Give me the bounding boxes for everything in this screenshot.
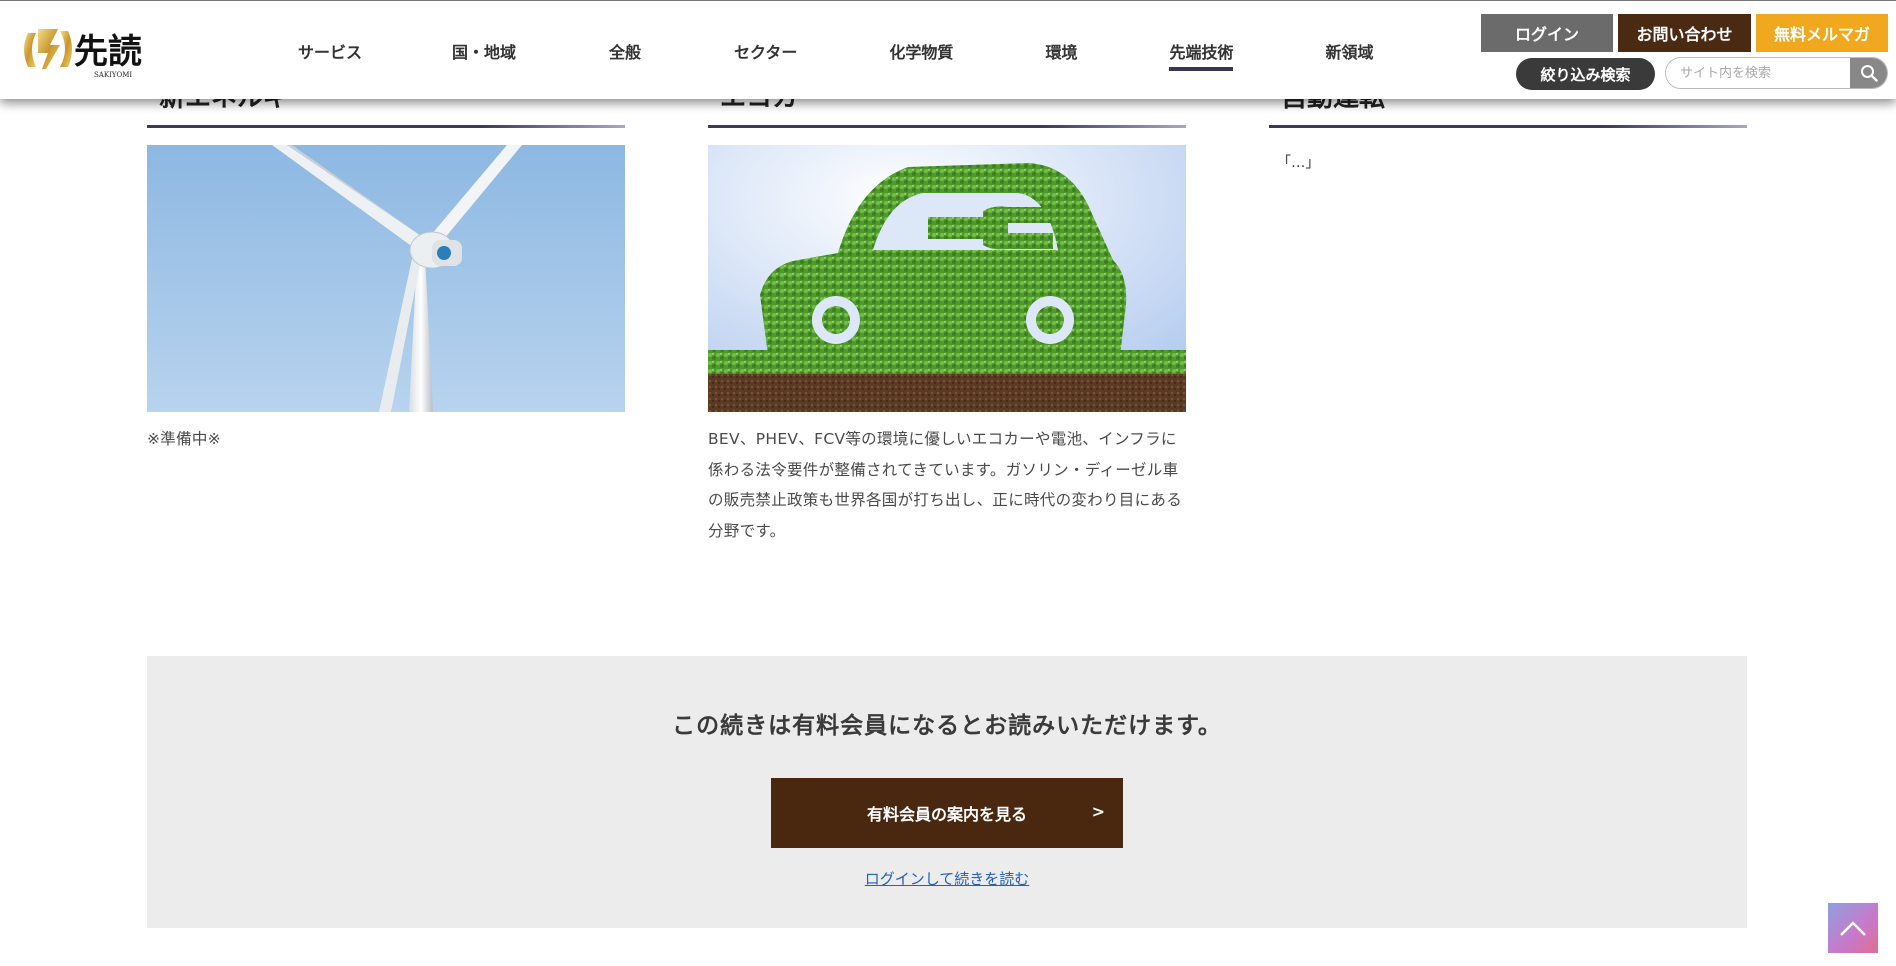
category-columns: 新エネルギー — [147, 80, 1747, 550]
nav-item-general[interactable]: 全般 — [609, 39, 641, 63]
chevron-right-icon: > — [1091, 802, 1105, 821]
site-logo[interactable]: 先読 SAKIYOMI — [18, 21, 160, 79]
wind-turbine-image[interactable] — [147, 145, 625, 412]
filter-search-button[interactable]: 絞り込み検索 — [1516, 58, 1655, 90]
chevron-up-icon — [1840, 921, 1866, 936]
paywall-box: この続きは有料会員になるとお読みいただけます。 有料会員の案内を見る > ログイ… — [147, 656, 1747, 928]
green-eco-car-image[interactable] — [708, 145, 1186, 412]
category-description: BEV、PHEV、FCV等の環境に優しいエコカーや電池、インフラに係わる法令要件… — [708, 430, 1183, 540]
login-to-continue-link[interactable]: ログインして続きを読む — [147, 868, 1747, 889]
main-navigation: サービス 国・地域 全般 セクター 化学物質 環境 先端技術 新領域 — [298, 39, 1373, 71]
site-search — [1665, 57, 1888, 89]
nav-item-services[interactable]: サービス — [298, 39, 362, 63]
site-header: 先読 SAKIYOMI サービス 国・地域 全般 セクター 化学物質 環境 先端… — [0, 0, 1896, 99]
nav-item-sectors[interactable]: セクター — [734, 39, 797, 63]
nav-item-regions[interactable]: 国・地域 — [452, 39, 516, 63]
nav-item-new-fields[interactable]: 新領域 — [1325, 39, 1373, 63]
back-to-top-button[interactable] — [1828, 903, 1878, 953]
category-description: 「...」 — [1277, 155, 1320, 171]
nav-item-advanced-tech[interactable]: 先端技術 — [1169, 39, 1234, 71]
search-icon[interactable] — [1850, 58, 1887, 88]
contact-button[interactable]: お問い合わせ — [1618, 14, 1751, 52]
paywall-message: この続きは有料会員になるとお読みいただけます。 — [672, 713, 1222, 739]
search-input[interactable] — [1666, 58, 1850, 88]
category-new-energy[interactable]: 新エネルギー — [147, 80, 625, 455]
login-button[interactable]: ログイン — [1481, 14, 1613, 52]
svg-text:先読: 先読 — [74, 32, 142, 72]
category-description: ※準備中※ — [147, 430, 221, 448]
nav-item-environment[interactable]: 環境 — [1045, 39, 1077, 63]
nav-item-chemicals[interactable]: 化学物質 — [889, 39, 953, 63]
membership-info-label: 有料会員の案内を見る — [866, 805, 1027, 824]
category-eco-car[interactable]: エコカー — [708, 80, 1186, 546]
membership-info-button[interactable]: 有料会員の案内を見る > — [771, 778, 1123, 848]
newsletter-button[interactable]: 無料メルマガ — [1756, 14, 1888, 52]
svg-text:SAKIYOMI: SAKIYOMI — [94, 71, 132, 79]
